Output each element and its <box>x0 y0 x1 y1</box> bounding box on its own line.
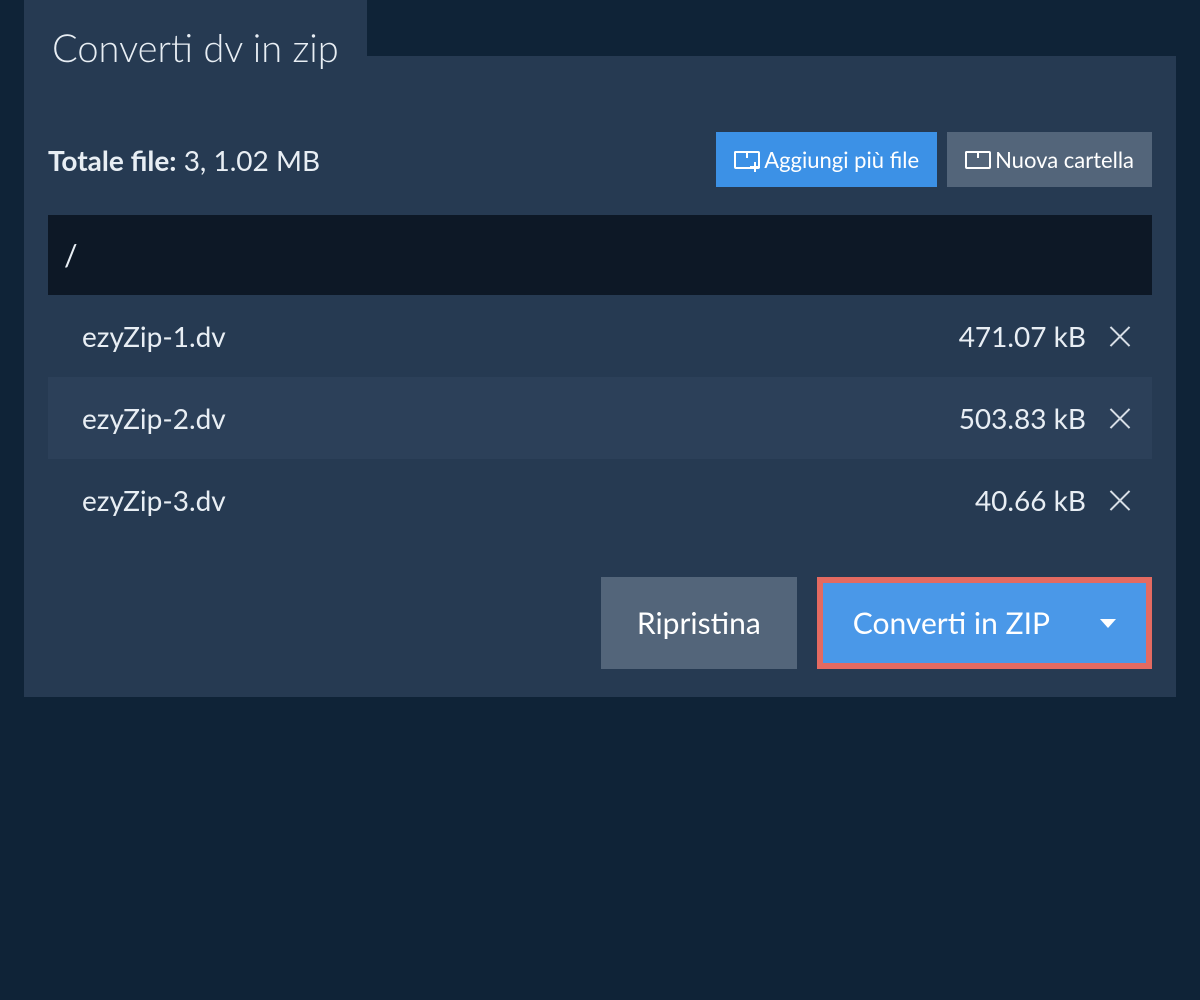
new-folder-label: Nuova cartella <box>995 146 1134 173</box>
file-list: / ezyZip-1.dv 471.07 kB ezyZip-2.dv 503.… <box>48 215 1152 541</box>
file-row: ezyZip-1.dv 471.07 kB <box>48 295 1152 377</box>
chevron-down-icon <box>1100 619 1116 628</box>
tab-convert-dv-zip[interactable]: Converti dv in zip <box>24 0 367 96</box>
reset-button[interactable]: Ripristina <box>601 577 797 669</box>
add-files-button[interactable]: Aggiungi più file <box>716 132 937 187</box>
current-path: / <box>64 237 78 273</box>
header-buttons: Aggiungi più file Nuova cartella <box>716 132 1152 187</box>
folder-plus-icon <box>734 151 756 169</box>
file-size: 503.83 kB <box>959 401 1086 435</box>
totals-label: Totale file: <box>48 143 177 177</box>
convert-label: Converti in ZIP <box>853 605 1050 641</box>
path-bar[interactable]: / <box>48 215 1152 295</box>
reset-label: Ripristina <box>637 605 761 641</box>
file-size: 471.07 kB <box>959 319 1086 353</box>
convert-highlight: Converti in ZIP <box>817 577 1152 669</box>
header-row: Totale file: 3, 1.02 MB Aggiungi più fil… <box>24 112 1176 187</box>
new-folder-button[interactable]: Nuova cartella <box>947 132 1152 187</box>
file-totals: Totale file: 3, 1.02 MB <box>48 143 320 177</box>
remove-file-icon[interactable] <box>1108 406 1132 430</box>
file-row: ezyZip-2.dv 503.83 kB <box>48 377 1152 459</box>
converter-panel: Converti dv in zip Totale file: 3, 1.02 … <box>24 56 1176 697</box>
totals-value: 3, 1.02 MB <box>184 143 320 177</box>
file-size: 40.66 kB <box>975 483 1086 517</box>
folder-icon <box>965 151 987 169</box>
tab-title: Converti dv in zip <box>52 25 339 71</box>
file-name: ezyZip-3.dv <box>82 483 975 517</box>
file-name: ezyZip-1.dv <box>82 319 959 353</box>
convert-button[interactable]: Converti in ZIP <box>823 583 1146 663</box>
footer-actions: Ripristina Converti in ZIP <box>24 541 1176 669</box>
file-name: ezyZip-2.dv <box>82 401 959 435</box>
add-files-label: Aggiungi più file <box>764 146 919 173</box>
file-row: ezyZip-3.dv 40.66 kB <box>48 459 1152 541</box>
remove-file-icon[interactable] <box>1108 324 1132 348</box>
remove-file-icon[interactable] <box>1108 488 1132 512</box>
